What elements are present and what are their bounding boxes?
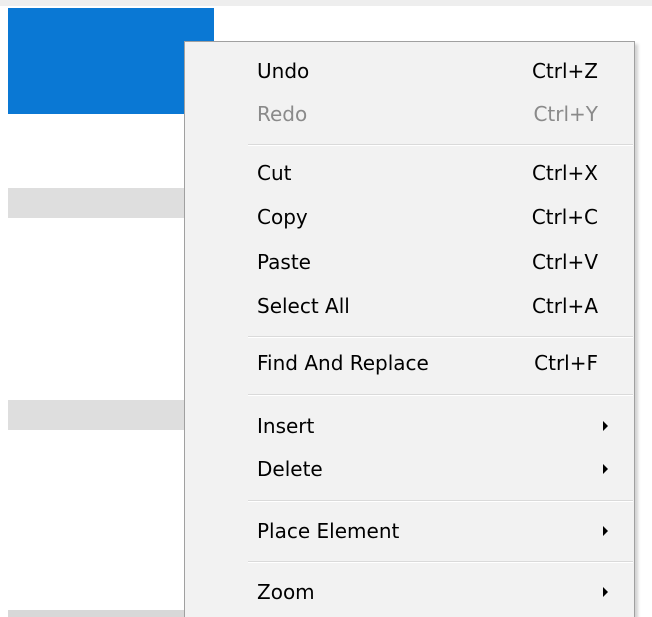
- menu-item-label: Zoom: [257, 580, 315, 604]
- menu-item-label: Select All: [257, 294, 350, 318]
- menu-item-label: Undo: [257, 59, 310, 83]
- menu-item-redo: Redo Ctrl+Y: [185, 93, 634, 135]
- canvas-row[interactable]: [8, 610, 208, 617]
- menu-item-undo[interactable]: Undo Ctrl+Z: [185, 50, 634, 92]
- menu-item-select-all[interactable]: Select All Ctrl+A: [185, 285, 634, 327]
- menu-item-label: Place Element: [257, 519, 400, 543]
- canvas-row[interactable]: [8, 188, 208, 218]
- menu-item-paste[interactable]: Paste Ctrl+V: [185, 241, 634, 283]
- menu-item-shortcut: Ctrl+A: [531, 294, 598, 318]
- top-divider: [0, 0, 652, 6]
- menu-separator: [248, 394, 633, 396]
- menu-item-cut[interactable]: Cut Ctrl+X: [185, 152, 634, 194]
- menu-separator: [248, 336, 633, 338]
- menu-item-zoom[interactable]: Zoom: [185, 571, 634, 613]
- chevron-right-icon: [603, 421, 608, 431]
- menu-item-label: Delete: [257, 457, 323, 481]
- menu-item-shortcut: Ctrl+Z: [531, 59, 598, 83]
- chevron-right-icon: [603, 464, 608, 474]
- menu-item-label: Copy: [257, 205, 308, 229]
- canvas-row[interactable]: [8, 400, 208, 430]
- menu-separator: [248, 561, 633, 563]
- menu-item-label: Insert: [257, 414, 315, 438]
- menu-item-shortcut: Ctrl+V: [531, 250, 598, 274]
- menu-item-shortcut: Ctrl+C: [531, 205, 598, 229]
- menu-item-copy[interactable]: Copy Ctrl+C: [185, 196, 634, 238]
- menu-item-label: Cut: [257, 161, 292, 185]
- menu-separator: [248, 500, 633, 502]
- menu-item-shortcut: Ctrl+F: [534, 351, 598, 375]
- menu-item-label: Paste: [257, 250, 311, 274]
- menu-item-label: Find And Replace: [257, 351, 429, 375]
- menu-item-find-and-replace[interactable]: Find And Replace Ctrl+F: [185, 342, 634, 384]
- editor-canvas: Undo Ctrl+Z Redo Ctrl+Y Cut Ctrl+X Copy …: [0, 0, 652, 617]
- chevron-right-icon: [603, 587, 608, 597]
- menu-item-label: Redo: [257, 102, 308, 126]
- menu-item-shortcut: Ctrl+X: [531, 161, 598, 185]
- menu-item-delete[interactable]: Delete: [185, 448, 634, 490]
- menu-item-shortcut: Ctrl+Y: [533, 102, 598, 126]
- menu-item-place-element[interactable]: Place Element: [185, 510, 634, 552]
- menu-separator: [248, 144, 633, 146]
- chevron-right-icon: [603, 526, 608, 536]
- menu-item-insert[interactable]: Insert: [185, 405, 634, 447]
- context-menu: Undo Ctrl+Z Redo Ctrl+Y Cut Ctrl+X Copy …: [184, 41, 635, 617]
